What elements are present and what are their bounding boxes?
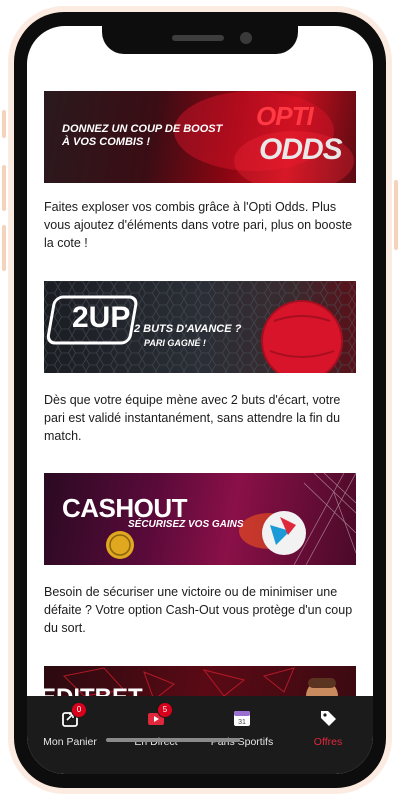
notch xyxy=(102,14,298,54)
tab-paris-sportifs[interactable]: 31 Paris Sportifs xyxy=(199,706,285,756)
power-button xyxy=(394,180,398,250)
bottom-tab-bar: 0 Mon Panier 5 En Direct 31 Paris Sporti… xyxy=(27,696,373,774)
2up-logo: 2UP xyxy=(72,301,131,334)
basket-count-badge: 0 xyxy=(71,702,87,718)
cashout-headline: SÉCURISEZ VOS GAINS xyxy=(128,519,244,530)
tab-offres[interactable]: Offres xyxy=(285,706,371,756)
volume-down-button xyxy=(2,225,6,271)
opti-odds-description: Faites exploser vos combis grâce à l'Opt… xyxy=(44,200,353,250)
volume-up-button xyxy=(2,165,6,211)
cashout-banner[interactable]: CASHOUT SÉCURISEZ VOS GAINS xyxy=(44,473,356,565)
banner-headline: DONNEZ UN COUP DE BOOST À VOS COMBIS ! xyxy=(62,123,223,148)
calendar-day: 31 xyxy=(238,719,246,726)
opti-logo-bottom: ODDS xyxy=(259,133,343,166)
side-button xyxy=(2,110,6,138)
2up-subline: PARI GAGNÉ ! xyxy=(144,338,206,348)
app-screen: DONNEZ UN COUP DE BOOST À VOS COMBIS ! O… xyxy=(27,26,373,774)
cashout-description: Besoin de sécuriser une victoire ou de m… xyxy=(44,585,353,635)
tab-label-active: Offres xyxy=(313,736,343,748)
tag-icon xyxy=(321,711,336,726)
opti-logo-top: OPTI xyxy=(256,101,314,131)
live-count-badge: 5 xyxy=(157,702,173,718)
tab-label: Mon Panier xyxy=(43,736,97,748)
tab-mon-panier[interactable]: 0 Mon Panier xyxy=(27,702,113,756)
front-camera xyxy=(240,32,252,44)
2up-description: Dès que votre équipe mène avec 2 buts d'… xyxy=(44,393,341,443)
calendar-icon: 31 xyxy=(234,711,250,726)
speaker xyxy=(172,35,224,41)
2up-headline: 2 BUTS D'AVANCE ? xyxy=(134,323,242,335)
home-indicator[interactable] xyxy=(106,738,240,742)
2up-banner[interactable]: 2UP 2 BUTS D'AVANCE ? PARI GAGNÉ ! xyxy=(44,281,356,373)
tab-en-direct[interactable]: 5 En Direct xyxy=(113,702,199,756)
opti-odds-banner[interactable]: DONNEZ UN COUP DE BOOST À VOS COMBIS ! O… xyxy=(44,91,356,183)
